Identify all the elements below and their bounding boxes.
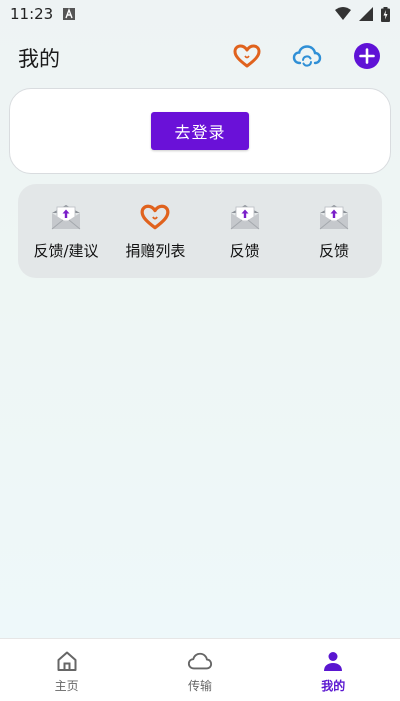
login-card: 去登录: [9, 88, 391, 174]
grid-item-feedback-2[interactable]: 反馈: [292, 184, 376, 278]
grid-item-label: 反馈/建议: [33, 242, 99, 260]
status-bar: 11:23: [0, 0, 400, 28]
nav-label: 主页: [54, 679, 79, 693]
grid-item-label: 反馈: [229, 242, 260, 260]
grid-item-donation-list[interactable]: 捐赠列表: [113, 184, 197, 278]
donate-heart-icon: [138, 202, 172, 232]
a-notification-icon: [63, 8, 76, 20]
status-right: [335, 6, 390, 22]
add-button[interactable]: [352, 43, 382, 73]
cloud-sync-icon: [292, 44, 322, 72]
feedback-mail-icon: [317, 202, 351, 232]
cloud-sync-button[interactable]: [292, 43, 322, 73]
header: 我的: [0, 36, 400, 80]
signal-icon: [359, 7, 373, 21]
nav-label: 我的: [321, 679, 346, 693]
grid-item-feedback-1[interactable]: 反馈: [203, 184, 287, 278]
nav-item-home[interactable]: 主页: [7, 639, 127, 694]
feedback-mail-icon: [49, 202, 83, 232]
bottom-nav: 主页 传输 我的: [0, 638, 400, 701]
wifi-icon: [335, 7, 351, 21]
grid-item-label: 捐赠列表: [125, 242, 186, 260]
header-actions: [232, 43, 382, 73]
login-button[interactable]: 去登录: [151, 112, 249, 150]
page-title: 我的: [18, 47, 60, 71]
grid-item-label: 反馈: [318, 242, 349, 260]
nav-item-mine[interactable]: 我的: [273, 639, 393, 694]
status-time: 11:23: [10, 5, 54, 23]
home-icon: [54, 649, 80, 673]
status-left: 11:23: [10, 5, 76, 23]
feedback-mail-icon: [228, 202, 262, 232]
grid-item-feedback-suggestion[interactable]: 反馈/建议: [24, 184, 108, 278]
battery-charging-icon: [381, 6, 390, 22]
person-icon: [320, 649, 346, 673]
nav-item-transfer[interactable]: 传输: [140, 639, 260, 694]
donate-heart-button[interactable]: [232, 43, 262, 73]
donate-heart-icon: [233, 44, 261, 72]
nav-label: 传输: [187, 679, 212, 693]
cloud-icon: [187, 649, 213, 673]
add-icon: [354, 43, 380, 73]
feature-grid: 反馈/建议 捐赠列表 反馈 反馈: [18, 184, 382, 278]
